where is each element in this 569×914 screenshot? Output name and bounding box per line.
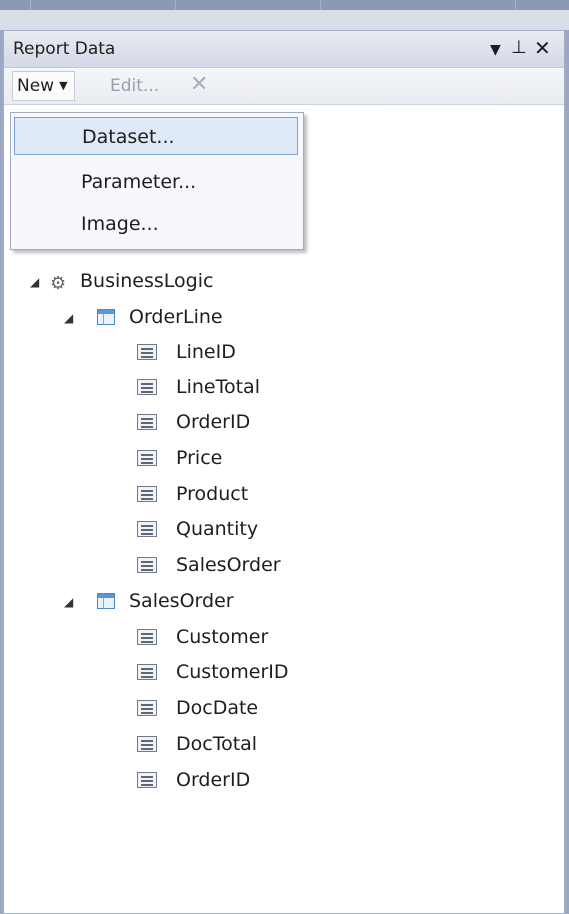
tree-node-label: Price bbox=[176, 447, 223, 469]
tab-divider bbox=[320, 0, 321, 10]
field-icon bbox=[137, 700, 157, 716]
tree-node-label: Quantity bbox=[176, 518, 259, 540]
field-icon bbox=[137, 450, 157, 466]
top-strip bbox=[0, 0, 569, 30]
tree-node-label: OrderLine bbox=[129, 306, 223, 328]
edit-button[interactable]: Edit... bbox=[110, 76, 159, 96]
tree-node-label: Customer bbox=[176, 626, 269, 648]
field-icon bbox=[137, 521, 157, 537]
field-icon bbox=[137, 557, 157, 573]
tree-node-label: BusinessLogic bbox=[80, 270, 214, 292]
collapse-triangle-icon[interactable]: ◢ bbox=[30, 268, 39, 296]
menu-item-dataset[interactable]: Dataset... bbox=[14, 117, 298, 155]
tree-node-label: Product bbox=[176, 483, 249, 505]
tab-divider bbox=[515, 0, 516, 10]
table-icon bbox=[97, 593, 115, 609]
chevron-down-icon: ▼ bbox=[59, 79, 68, 92]
panel-title: Report Data bbox=[13, 39, 116, 59]
collapse-triangle-icon[interactable]: ◢ bbox=[64, 304, 73, 332]
tab-divider bbox=[175, 0, 176, 10]
tree-node-label: CustomerID bbox=[176, 661, 289, 683]
tab-divider bbox=[30, 0, 31, 10]
tree-node-label: DocTotal bbox=[176, 733, 258, 755]
menu-item-label: Parameter... bbox=[81, 171, 197, 193]
menu-item-image[interactable]: Image... bbox=[14, 205, 298, 243]
new-dropdown-menu: Dataset... Parameter... Image... bbox=[10, 112, 304, 250]
collapse-triangle-icon[interactable]: ◢ bbox=[64, 588, 73, 616]
field-icon bbox=[137, 344, 157, 360]
panel-toolbar: New ▼ Edit... ✕ bbox=[4, 68, 564, 105]
dropdown-arrow-icon[interactable]: ▼ bbox=[490, 40, 501, 60]
pin-icon[interactable]: ⊥ bbox=[511, 38, 527, 58]
tree-node-label: DocDate bbox=[176, 697, 259, 719]
field-icon bbox=[137, 664, 157, 680]
new-button-label: New bbox=[17, 76, 55, 96]
table-icon bbox=[97, 309, 115, 325]
menu-item-parameter[interactable]: Parameter... bbox=[14, 163, 298, 201]
tree-node-label: OrderID bbox=[176, 769, 251, 791]
new-dropdown-button[interactable]: New ▼ bbox=[12, 71, 75, 101]
panel-titlebar: Report Data ▼ ⊥ ✕ bbox=[4, 31, 564, 68]
tree-node-label: SalesOrder bbox=[176, 554, 281, 576]
tree-node-label: LineTotal bbox=[176, 376, 260, 398]
tree-node-label: OrderID bbox=[176, 411, 251, 433]
database-icon: ⚙ bbox=[50, 273, 67, 294]
tab-strip bbox=[0, 0, 569, 10]
menu-item-label: Dataset... bbox=[82, 126, 175, 148]
field-icon bbox=[137, 629, 157, 645]
field-icon bbox=[137, 379, 157, 395]
menu-item-label: Image... bbox=[81, 213, 159, 235]
field-icon bbox=[137, 414, 157, 430]
field-icon bbox=[137, 736, 157, 752]
field-icon bbox=[137, 772, 157, 788]
delete-icon[interactable]: ✕ bbox=[190, 72, 208, 97]
tree-node-label: SalesOrder bbox=[129, 590, 234, 612]
tree-node-label: LineID bbox=[176, 341, 236, 363]
field-icon bbox=[137, 486, 157, 502]
close-icon[interactable]: ✕ bbox=[534, 38, 551, 58]
